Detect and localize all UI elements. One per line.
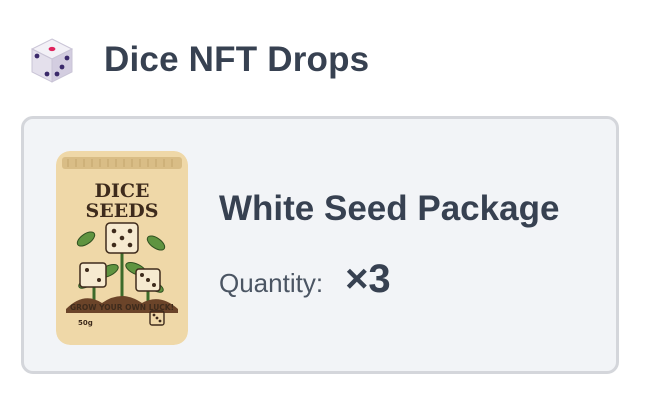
page-header: Dice NFT Drops — [28, 34, 369, 86]
package-weight: 50g — [78, 319, 93, 327]
item-name: White Seed Package — [219, 189, 560, 228]
seed-package-image: DICE SEEDS GROW YOUR OWN LUCK! 50g — [56, 151, 188, 345]
dice-icon — [30, 38, 74, 83]
package-title-line2: SEEDS — [86, 200, 159, 222]
page-title: Dice NFT Drops — [104, 40, 370, 79]
quantity-row: Quantity: ×3 — [219, 257, 391, 302]
quantity-value: ×3 — [345, 257, 391, 301]
item-card: DICE SEEDS GROW YOUR OWN LUCK! 50g White… — [21, 116, 619, 374]
quantity-label: Quantity: — [219, 268, 324, 298]
package-title-line1: DICE — [95, 180, 150, 202]
